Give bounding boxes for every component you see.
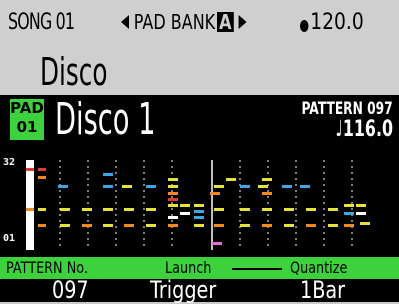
device-screen: SONG 01 PAD BANK A 120.0 Disco PAD 01 Di… [0, 0, 399, 304]
launch-value[interactable]: Trigger [150, 276, 216, 304]
pattern-note [194, 204, 204, 207]
pattern-note [344, 224, 354, 227]
pattern-note [194, 224, 204, 227]
pattern-note [38, 224, 46, 227]
status-bar: SONG 01 PAD BANK A 120.0 [0, 0, 399, 43]
pattern-note [168, 224, 178, 227]
pattern-label: PATTERN 097 [301, 99, 393, 119]
pattern-grid-svg [26, 160, 370, 250]
pattern-note [146, 224, 156, 227]
pattern-note [194, 216, 204, 219]
pattern-note [60, 224, 70, 227]
grid-scroll-marker-top [26, 168, 34, 171]
song-indicator: SONG 01 [8, 10, 75, 35]
pattern-note [38, 208, 46, 211]
pattern-note [226, 178, 236, 181]
pattern-note [360, 222, 370, 225]
pad-bank-selector[interactable]: PAD BANK A [121, 10, 247, 34]
bank-next-icon[interactable] [238, 15, 247, 29]
pattern-note [328, 224, 338, 227]
pattern-note [262, 224, 272, 227]
pad-badge-number: 01 [16, 118, 38, 136]
pattern-note [194, 210, 204, 213]
pattern-number-label: PATTERN No. [6, 258, 88, 277]
pattern-note [214, 185, 224, 188]
pattern-note [103, 208, 113, 211]
pattern-note [306, 224, 316, 227]
pattern-note [356, 204, 366, 207]
note-icon [300, 20, 309, 32]
pattern-note [58, 185, 68, 188]
pattern-note [82, 224, 92, 227]
pattern-grid: 32 01 [0, 150, 399, 254]
pad-name: Disco 1 [55, 94, 156, 145]
kit-name: Disco [40, 50, 108, 94]
pattern-note [282, 185, 292, 188]
pattern-number-value[interactable]: 097 [52, 276, 89, 304]
pattern-tempo: ♩116.0 [335, 117, 393, 142]
pattern-note [122, 185, 132, 188]
pattern-note [38, 168, 46, 171]
pattern-tempo-value: 116.0 [342, 117, 393, 142]
grid-top-label: 32 [3, 157, 16, 168]
pattern-note [262, 208, 272, 211]
pattern-note [124, 208, 134, 211]
pattern-note [240, 224, 250, 227]
quantize-value[interactable]: 1Bar [300, 276, 345, 304]
pattern-note [168, 198, 178, 201]
pad-badge-label: PAD [10, 99, 44, 117]
pattern-note [240, 185, 250, 188]
pad-bank-label: PAD BANK [133, 10, 216, 34]
pattern-note [103, 185, 113, 188]
pattern-note [168, 178, 178, 181]
pattern-note [168, 192, 178, 195]
pattern-note [168, 216, 178, 219]
pattern-note [356, 212, 366, 215]
pattern-note [306, 208, 316, 211]
pattern-note [258, 185, 268, 188]
tempo-value: 120.0 [310, 10, 364, 35]
pattern-note [124, 224, 134, 227]
grid-scroll-marker-bottom [26, 208, 34, 211]
pattern-note [214, 224, 224, 227]
pattern-note [103, 173, 113, 176]
pattern-note [82, 208, 92, 211]
label-divider-line [232, 268, 282, 270]
pattern-note [262, 178, 272, 181]
pattern-note [38, 176, 46, 179]
pattern-note [284, 208, 294, 211]
parameter-value-bar: 097 Trigger 1Bar [0, 276, 399, 304]
pad-bank-letter: A [216, 12, 234, 32]
pattern-note [103, 224, 113, 227]
launch-label: Launch [165, 258, 212, 277]
pattern-note [284, 224, 294, 227]
song-tempo[interactable]: 120.0 [300, 10, 364, 35]
pattern-note [168, 185, 178, 188]
pad-badge: PAD 01 [10, 99, 44, 140]
pattern-note [344, 212, 354, 215]
pattern-note [180, 204, 190, 207]
pattern-note [262, 192, 272, 195]
pattern-note [210, 192, 220, 195]
bank-prev-icon[interactable] [121, 15, 129, 29]
pattern-note [168, 204, 178, 207]
pattern-note [212, 242, 222, 245]
pattern-note [146, 208, 156, 211]
pattern-note [328, 208, 338, 211]
pattern-note [146, 185, 156, 188]
pattern-note [300, 185, 310, 188]
pattern-note [240, 208, 250, 211]
pattern-note [344, 204, 354, 207]
pattern-note [180, 212, 190, 215]
grid-bottom-label: 01 [3, 233, 16, 244]
pattern-note [60, 208, 70, 211]
grid-scroll-bar [26, 160, 34, 250]
pattern-note [214, 208, 224, 211]
quantize-label: Quantize [290, 258, 348, 277]
